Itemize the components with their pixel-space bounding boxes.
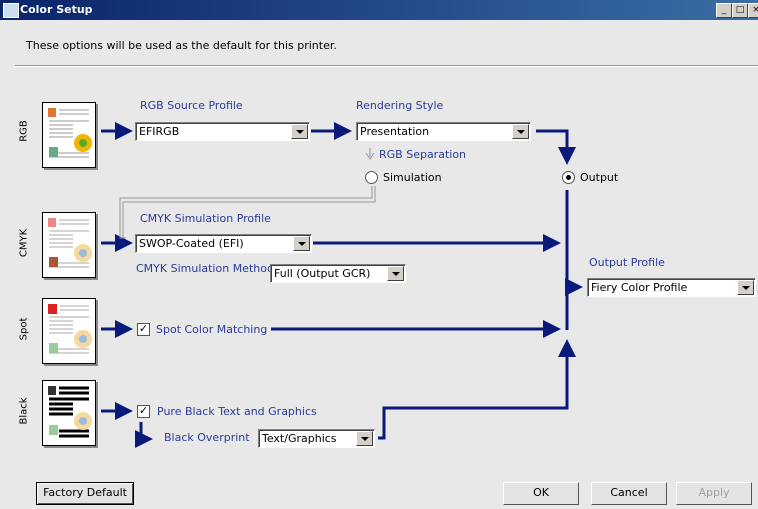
chevron-down-icon[interactable] (387, 266, 404, 281)
spot-color-matching-label: Spot Color Matching (156, 323, 268, 336)
cmyk-simulation-profile-select[interactable]: SWOP-Coated (EFI) (135, 234, 312, 253)
black-overprint-label: Black Overprint (164, 431, 250, 444)
row-label-cmyk: CMYK (18, 228, 30, 258)
black-document-thumbnail (42, 380, 96, 446)
output-label: Output (580, 171, 619, 184)
cmyk-document-thumbnail (42, 212, 96, 278)
cmyk-simulation-profile-label: CMYK Simulation Profile (140, 212, 271, 225)
pure-black-checkbox[interactable]: ✓ (137, 405, 150, 418)
cancel-button[interactable]: Cancel (591, 482, 667, 505)
apply-button[interactable]: Apply (676, 482, 752, 505)
chevron-down-icon[interactable] (356, 431, 373, 446)
cmyk-simulation-method-select[interactable]: Full (Output GCR) (270, 264, 406, 283)
rendering-style-select[interactable]: Presentation (356, 122, 531, 141)
rgb-source-profile-value: EFIRGB (139, 125, 180, 138)
color-setup-window: Color Setup _ □ × These options will be … (0, 0, 758, 509)
black-overprint-value: Text/Graphics (262, 432, 337, 445)
output-profile-select[interactable]: Fiery Color Profile (587, 278, 756, 297)
output-radio[interactable] (562, 171, 575, 184)
row-label-black: Black (18, 397, 30, 425)
pure-black-label: Pure Black Text and Graphics (157, 405, 317, 418)
rgb-document-thumbnail (42, 102, 96, 168)
rgb-source-profile-label: RGB Source Profile (140, 99, 243, 112)
ok-button[interactable]: OK (503, 482, 579, 505)
cmyk-simulation-method-value: Full (Output GCR) (274, 267, 371, 280)
spot-document-thumbnail (42, 298, 96, 364)
row-label-rgb: RGB (18, 120, 30, 142)
simulation-label: Simulation (383, 171, 442, 184)
arrow-check-to-overprint (135, 422, 153, 448)
rgb-source-profile-select[interactable]: EFIRGB (135, 122, 310, 141)
spot-color-matching-checkbox[interactable]: ✓ (137, 323, 150, 336)
chevron-down-icon[interactable] (293, 236, 310, 251)
rendering-style-label: Rendering Style (356, 99, 444, 112)
arrow-rendering-to-output (536, 129, 576, 165)
chevron-down-icon[interactable] (512, 124, 529, 139)
rendering-style-value: Presentation (360, 125, 430, 138)
simulation-radio[interactable] (365, 171, 378, 184)
color-flow-diagram (101, 122, 583, 448)
factory-default-button[interactable]: Factory Default (36, 482, 134, 505)
chevron-down-icon[interactable] (291, 124, 308, 139)
cmyk-simulation-method-label: CMYK Simulation Method (136, 262, 274, 275)
black-overprint-select[interactable]: Text/Graphics (258, 429, 375, 448)
arrow-overprint-to-merge (378, 339, 576, 440)
output-profile-label: Output Profile (589, 256, 665, 269)
output-profile-value: Fiery Color Profile (591, 281, 688, 294)
cmyk-simulation-profile-value: SWOP-Coated (EFI) (139, 237, 244, 250)
chevron-down-icon[interactable] (737, 280, 754, 295)
separation-hollow-arrow (365, 148, 375, 160)
row-label-spot: Spot (18, 317, 30, 341)
rgb-separation-label: RGB Separation (379, 148, 467, 161)
